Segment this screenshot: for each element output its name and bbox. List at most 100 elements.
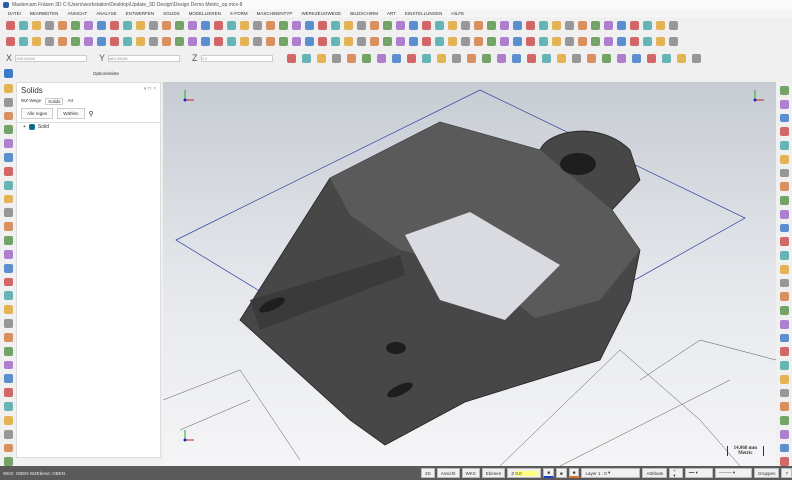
toolbar-tool-icon[interactable] <box>539 20 548 30</box>
toolbar-tool-icon[interactable] <box>214 36 223 46</box>
toolbar-tool-icon[interactable] <box>601 53 611 63</box>
toolbar-tool-icon[interactable] <box>656 36 665 46</box>
toolbar-tool-icon[interactable] <box>669 20 678 30</box>
toolbar-tool-icon[interactable] <box>539 36 548 46</box>
toolbar-tool-icon[interactable] <box>396 20 405 30</box>
toolbar-tool-icon[interactable] <box>19 20 28 30</box>
toolbar-tool-icon[interactable] <box>32 20 41 30</box>
right-toolbar-tool-icon[interactable] <box>780 443 789 453</box>
right-toolbar-tool-icon[interactable] <box>780 347 789 356</box>
toolbar-tool-icon[interactable] <box>227 36 236 46</box>
toolbar-tool-icon[interactable] <box>435 20 444 30</box>
toolbar-tool-icon[interactable] <box>565 20 574 30</box>
toolbar-tool-icon[interactable] <box>286 53 296 63</box>
right-toolbar-tool-icon[interactable] <box>780 251 789 260</box>
toolbar-tool-icon[interactable] <box>97 20 106 30</box>
toolbar-tool-icon[interactable] <box>19 36 28 46</box>
menu-item-bearbeiten[interactable]: BEARBEITEN <box>30 11 59 16</box>
2d-button[interactable]: 2D <box>421 468 435 478</box>
right-toolbar-tool-icon[interactable] <box>780 306 789 315</box>
right-toolbar-tool-icon[interactable] <box>780 99 789 109</box>
toolbar-tool-icon[interactable] <box>448 36 457 46</box>
menu-item-x-form[interactable]: X-FORM <box>230 11 248 16</box>
help-button[interactable]: ? <box>781 468 792 478</box>
left-toolbar-tool-icon[interactable] <box>3 194 13 204</box>
toolbar-tool-icon[interactable] <box>409 36 418 46</box>
toolbar-tool-icon[interactable] <box>500 36 509 46</box>
toolbar-tool-icon[interactable] <box>123 20 132 30</box>
toolbar-tool-icon[interactable] <box>45 36 54 46</box>
toolbar-tool-icon[interactable] <box>604 36 613 46</box>
toolbar-tool-icon[interactable] <box>97 36 106 46</box>
right-toolbar-tool-icon[interactable] <box>780 113 789 123</box>
left-toolbar-tool-icon[interactable] <box>3 84 13 93</box>
right-toolbar-tool-icon[interactable] <box>780 196 789 205</box>
groups-button[interactable]: Gruppen <box>753 468 780 478</box>
toolbar-tool-icon[interactable] <box>84 20 93 30</box>
right-toolbar-tool-icon[interactable] <box>780 223 789 233</box>
toolbar-tool-icon[interactable] <box>406 53 416 63</box>
right-toolbar-tool-icon[interactable] <box>780 264 789 274</box>
toolbar-tool-icon[interactable] <box>565 36 574 46</box>
left-toolbar-tool-icon[interactable] <box>3 153 13 162</box>
line-style-dropdown[interactable]: ──── ▾ <box>714 468 752 478</box>
panel-controls-icon[interactable]: ▾ ⊓ × <box>144 86 156 95</box>
toolbar-tool-icon[interactable] <box>58 36 67 46</box>
toolbar-tool-icon[interactable] <box>301 53 311 63</box>
toolbar-tool-icon[interactable] <box>496 53 506 63</box>
toolbar-tool-icon[interactable] <box>188 36 197 46</box>
toolbar-tool-icon[interactable] <box>556 53 566 63</box>
toolbar-tool-icon[interactable] <box>292 20 301 30</box>
menu-item-datei[interactable]: DATEI <box>8 11 21 16</box>
view-button[interactable]: Ansicht <box>436 468 460 478</box>
toolbar-tool-icon[interactable] <box>318 36 327 46</box>
toolbar-tool-icon[interactable] <box>617 20 626 30</box>
point-style-dropdown[interactable]: + ▾ <box>669 468 683 478</box>
tree-item-solid[interactable]: + Solid <box>17 122 160 131</box>
toolbar-tool-icon[interactable] <box>500 20 509 30</box>
menu-item-art[interactable]: ART <box>387 11 396 16</box>
right-toolbar-tool-icon[interactable] <box>780 333 789 343</box>
toolbar-tool-icon[interactable] <box>552 36 561 46</box>
right-toolbar-tool-icon[interactable] <box>780 319 789 329</box>
toolbar-tool-icon[interactable] <box>346 53 356 63</box>
toolbar-tool-icon[interactable] <box>578 36 587 46</box>
toolbar-tool-icon[interactable] <box>630 20 639 30</box>
x-input[interactable] <box>15 54 88 62</box>
tab-art[interactable]: Art <box>67 98 73 105</box>
toolbar-tool-icon[interactable] <box>279 20 288 30</box>
toolbar-tool-icon[interactable] <box>110 20 119 30</box>
menu-item-einstellungen[interactable]: EINSTELLUNGEN <box>405 11 443 16</box>
toolbar-tool-icon[interactable] <box>526 53 536 63</box>
toolbar-tool-icon[interactable] <box>461 36 470 46</box>
toolbar-tool-icon[interactable] <box>676 53 686 63</box>
z-depth-field[interactable]: Z 0.0 <box>507 468 542 478</box>
toolbar-tool-icon[interactable] <box>578 20 587 30</box>
right-toolbar-tool-icon[interactable] <box>780 168 789 178</box>
toolbar-tool-icon[interactable] <box>175 36 184 46</box>
toolbar-tool-icon[interactable] <box>292 36 301 46</box>
toolbar-tool-icon[interactable] <box>266 36 275 46</box>
toolbar-tool-icon[interactable] <box>474 20 483 30</box>
toolbar-tool-icon[interactable] <box>344 36 353 46</box>
left-toolbar-tool-icon[interactable] <box>3 360 13 370</box>
toolbar-tool-icon[interactable] <box>656 20 665 30</box>
toolbar-tool-icon[interactable] <box>513 36 522 46</box>
toolbar-tool-icon[interactable] <box>422 36 431 46</box>
left-toolbar-tool-icon[interactable] <box>3 388 13 398</box>
toolbar-tool-icon[interactable] <box>526 36 535 46</box>
toolbar-tool-icon[interactable] <box>344 20 353 30</box>
right-toolbar-tool-icon[interactable] <box>780 141 789 150</box>
toolbar-tool-icon[interactable] <box>466 53 476 63</box>
right-toolbar-tool-icon[interactable] <box>780 402 789 411</box>
toolbar-tool-icon[interactable] <box>591 20 600 30</box>
toolbar-tool-icon[interactable] <box>357 20 366 30</box>
toolbar-tool-icon[interactable] <box>361 53 371 63</box>
toolbar-tool-icon[interactable] <box>383 36 392 46</box>
toolbar-tool-icon[interactable] <box>149 36 158 46</box>
toolbar-tool-icon[interactable] <box>481 53 491 63</box>
toolbar-tool-icon[interactable] <box>391 53 401 63</box>
toolbar-tool-icon[interactable] <box>201 20 210 30</box>
left-toolbar-tool-icon[interactable] <box>3 429 13 439</box>
toolbar-tool-icon[interactable] <box>136 36 145 46</box>
